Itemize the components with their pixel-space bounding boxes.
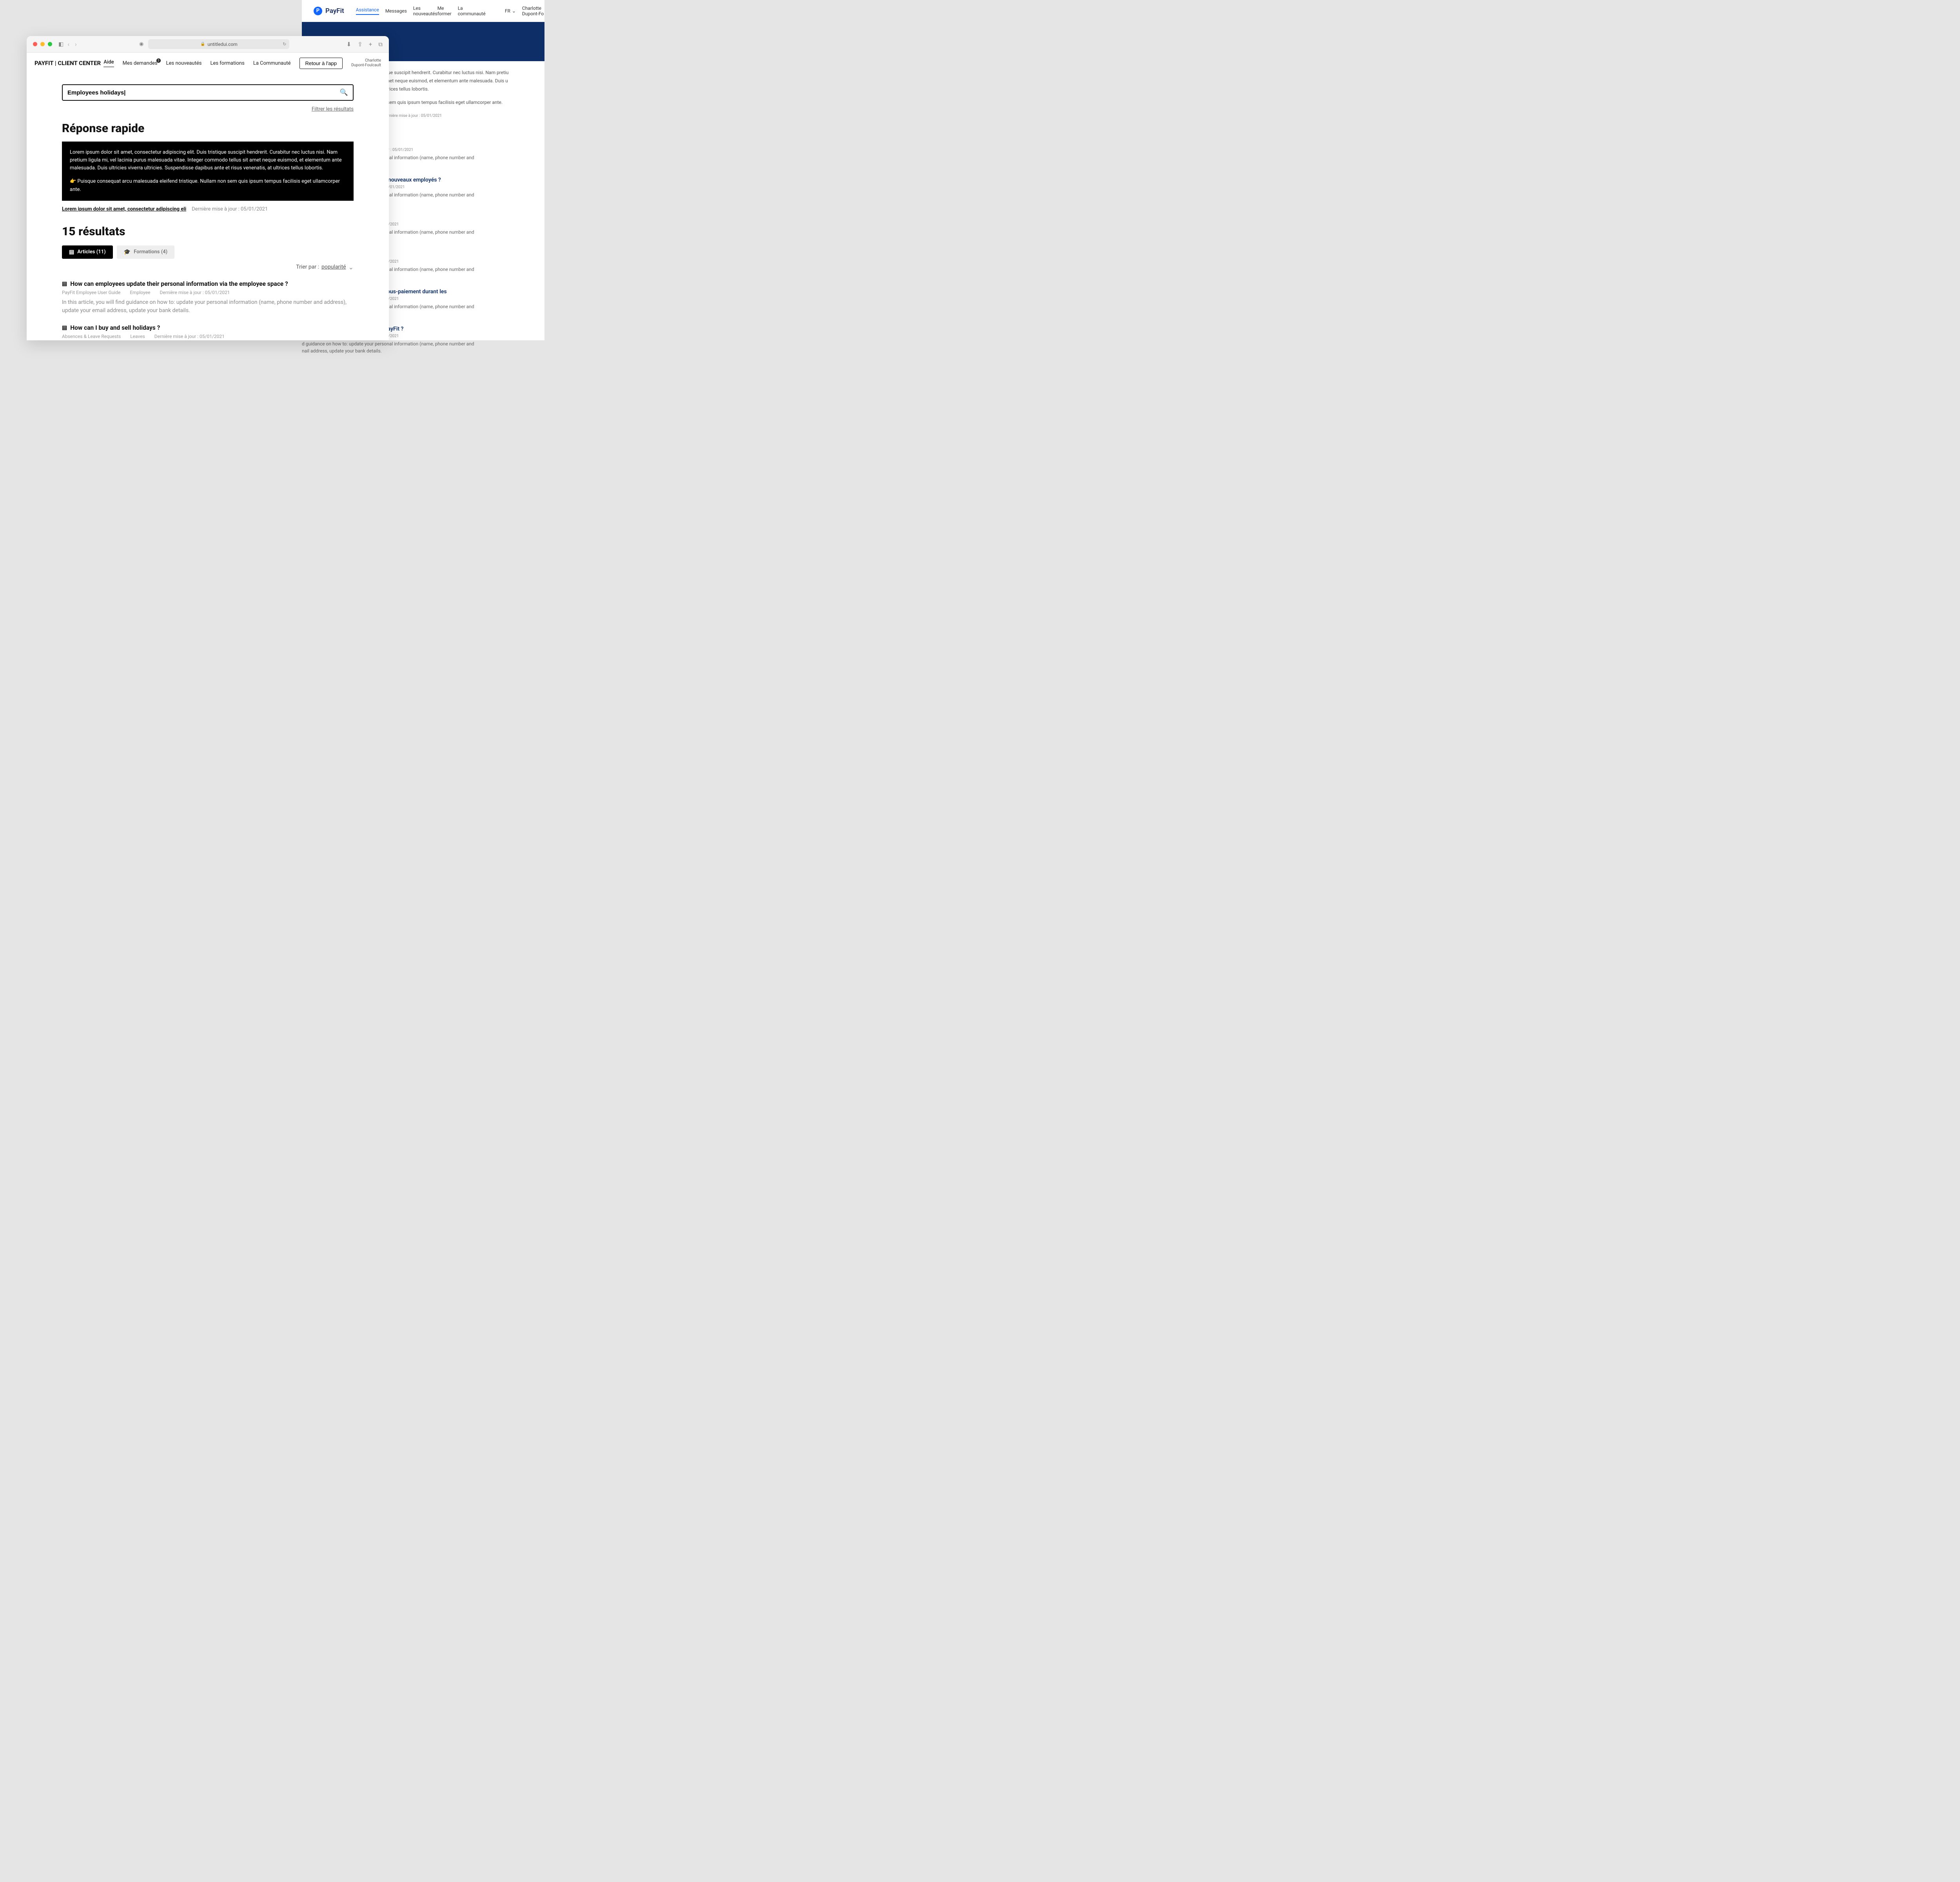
article-date: Dernière mise à jour : 05/01/2021 xyxy=(154,334,225,339)
bg-nav-assistance[interactable]: Assistance xyxy=(356,7,379,15)
nav-formations[interactable]: Les formations xyxy=(210,60,244,66)
chevron-down-icon: ⌄ xyxy=(348,263,354,271)
traffic-lights xyxy=(33,42,52,46)
quick-answer-box: Lorem ipsum dolor sit amet, consectetur … xyxy=(62,142,354,201)
result-tabs: ▤ Articles (11) 🎓 Formations (4) xyxy=(62,245,354,259)
filter-results-link[interactable]: Filtrer les résultats xyxy=(62,106,354,112)
download-icon[interactable]: ⬇ xyxy=(347,41,352,48)
tab-articles[interactable]: ▤ Articles (11) xyxy=(62,245,113,259)
nav-communaute[interactable]: La Communauté xyxy=(253,60,291,66)
article-subcategory: Leaves xyxy=(130,334,145,339)
reload-icon[interactable]: ↻ xyxy=(283,42,286,47)
article-category: PayFit Employee User Guide xyxy=(62,290,120,295)
nav-demandes-label: Mes demandes xyxy=(123,60,158,66)
bg-user-name[interactable]: Charlotte Dupont-Fo xyxy=(522,5,546,16)
article-title: ▤How can I buy and sell holidays ? xyxy=(62,324,354,331)
source-article-link[interactable]: Lorem ipsum dolor sit amet, consectetur … xyxy=(62,206,186,212)
forward-button[interactable]: › xyxy=(75,40,77,48)
browser-window: ◧ ‹ › ◉ 🔒 untitledui.com ↻ ⬇ ⇪ + ⧉ PAYFI… xyxy=(27,36,389,340)
quick-answer-para2: 👉 Puisque consequat arcu malesuada eleif… xyxy=(70,178,346,193)
demandes-badge: 3 xyxy=(156,58,161,63)
search-box[interactable]: 🔍 xyxy=(62,84,354,101)
book-icon: ▤ xyxy=(62,325,67,331)
nav-nouveautes[interactable]: Les nouveautés xyxy=(166,60,202,66)
bg-nav: Assistance Messages Les nouveautés xyxy=(356,5,437,16)
bg-nav-communaute[interactable]: La communauté xyxy=(458,5,486,16)
app-nav: Aide Mes demandes 3 Les nouveautés Les f… xyxy=(103,58,381,69)
article-subcategory: Employee xyxy=(130,290,150,295)
source-date: Dernière mise à jour : 05/01/2021 xyxy=(192,206,268,212)
payfit-logo-icon: P xyxy=(314,7,322,15)
back-button[interactable]: ‹ xyxy=(67,40,69,48)
nav-demandes[interactable]: Mes demandes 3 xyxy=(123,60,158,66)
url-text: untitledui.com xyxy=(207,42,237,47)
chevron-down-icon: ⌄ xyxy=(512,8,516,14)
article-item[interactable]: ▤How can employees update their personal… xyxy=(62,280,354,315)
user-lastname: Dupont-Foulcault xyxy=(351,63,381,68)
article-meta: PayFit Employee User Guide Employee Dern… xyxy=(62,290,354,295)
address-bar[interactable]: 🔒 untitledui.com ↻ xyxy=(148,39,289,49)
source-row: Lorem ipsum dolor sit amet, consectetur … xyxy=(62,206,354,212)
address-bar-wrap: ◉ 🔒 untitledui.com ↻ xyxy=(82,39,347,49)
quick-answer-para1: Lorem ipsum dolor sit amet, consectetur … xyxy=(70,149,346,172)
tab-formations-label: Formations (4) xyxy=(134,249,167,255)
sort-label: Trier par : xyxy=(296,264,319,270)
article-meta: Absences & Leave Requests Leaves Dernièr… xyxy=(62,334,354,339)
language-selector[interactable]: FR ⌄ xyxy=(505,8,516,14)
bg-source-date: Dernière mise à jour : 05/01/2021 xyxy=(383,114,442,118)
user-firstname: Charlotte xyxy=(351,58,381,63)
bg-header: P PayFit Assistance Messages Les nouveau… xyxy=(302,0,544,22)
bg-result-excerpt: nail address, update your bank details. xyxy=(302,347,544,354)
minimize-window-button[interactable] xyxy=(40,42,45,46)
return-to-app-button[interactable]: Retour à l'app xyxy=(299,58,343,69)
bg-result-excerpt: d guidance on how to: update your person… xyxy=(302,340,544,347)
book-icon: ▤ xyxy=(62,281,67,287)
close-window-button[interactable] xyxy=(33,42,37,46)
payfit-logo-text: PayFit xyxy=(325,7,344,15)
browser-actions: ⬇ ⇪ + ⧉ xyxy=(347,41,383,48)
search-icon[interactable]: 🔍 xyxy=(340,89,348,96)
bg-right-nav: Me former La communauté FR ⌄ Charlotte D… xyxy=(437,5,546,16)
results-heading: 15 résultats xyxy=(62,225,354,238)
tabs-icon[interactable]: ⧉ xyxy=(378,41,383,48)
article-date: Dernière mise à jour : 05/01/2021 xyxy=(160,290,230,295)
bg-nav-messages[interactable]: Messages xyxy=(385,8,407,14)
new-tab-icon[interactable]: + xyxy=(369,41,372,48)
book-icon: ▤ xyxy=(69,249,74,255)
payfit-logo[interactable]: P PayFit xyxy=(314,7,344,15)
main-content: 🔍 Filtrer les résultats Réponse rapide L… xyxy=(27,74,389,340)
sort-value: popularité xyxy=(321,264,346,270)
quick-answer-heading: Réponse rapide xyxy=(62,122,354,135)
article-category: Absences & Leave Requests xyxy=(62,334,121,339)
tab-articles-label: Articles (11) xyxy=(77,249,105,255)
search-input[interactable] xyxy=(67,89,340,96)
graduation-icon: 🎓 xyxy=(124,249,131,255)
app-title: PAYFIT | CLIENT CENTER xyxy=(34,60,101,67)
article-item[interactable]: ▤How can I buy and sell holidays ? Absen… xyxy=(62,324,354,340)
sidebar-toggle-icon[interactable]: ◧ xyxy=(58,41,64,47)
shield-icon[interactable]: ◉ xyxy=(139,41,143,47)
lock-icon: 🔒 xyxy=(200,42,205,46)
user-name[interactable]: Charlotte Dupont-Foulcault xyxy=(351,58,381,68)
app-header: PAYFIT | CLIENT CENTER Aide Mes demandes… xyxy=(27,53,389,74)
bg-nav-former[interactable]: Me former xyxy=(437,5,452,16)
sort-row[interactable]: Trier par : popularité ⌄ xyxy=(62,263,354,271)
browser-chrome: ◧ ‹ › ◉ 🔒 untitledui.com ↻ ⬇ ⇪ + ⧉ xyxy=(27,36,389,53)
lang-label: FR xyxy=(505,8,510,14)
maximize-window-button[interactable] xyxy=(48,42,52,46)
article-excerpt: In this article, you will find guidance … xyxy=(62,298,354,315)
bg-nav-nouveautes[interactable]: Les nouveautés xyxy=(413,5,437,16)
article-title: ▤How can employees update their personal… xyxy=(62,280,354,287)
share-icon[interactable]: ⇪ xyxy=(358,41,363,48)
tab-formations[interactable]: 🎓 Formations (4) xyxy=(117,245,175,259)
nav-aide[interactable]: Aide xyxy=(103,59,114,67)
browser-nav-arrows: ‹ › xyxy=(67,40,77,48)
